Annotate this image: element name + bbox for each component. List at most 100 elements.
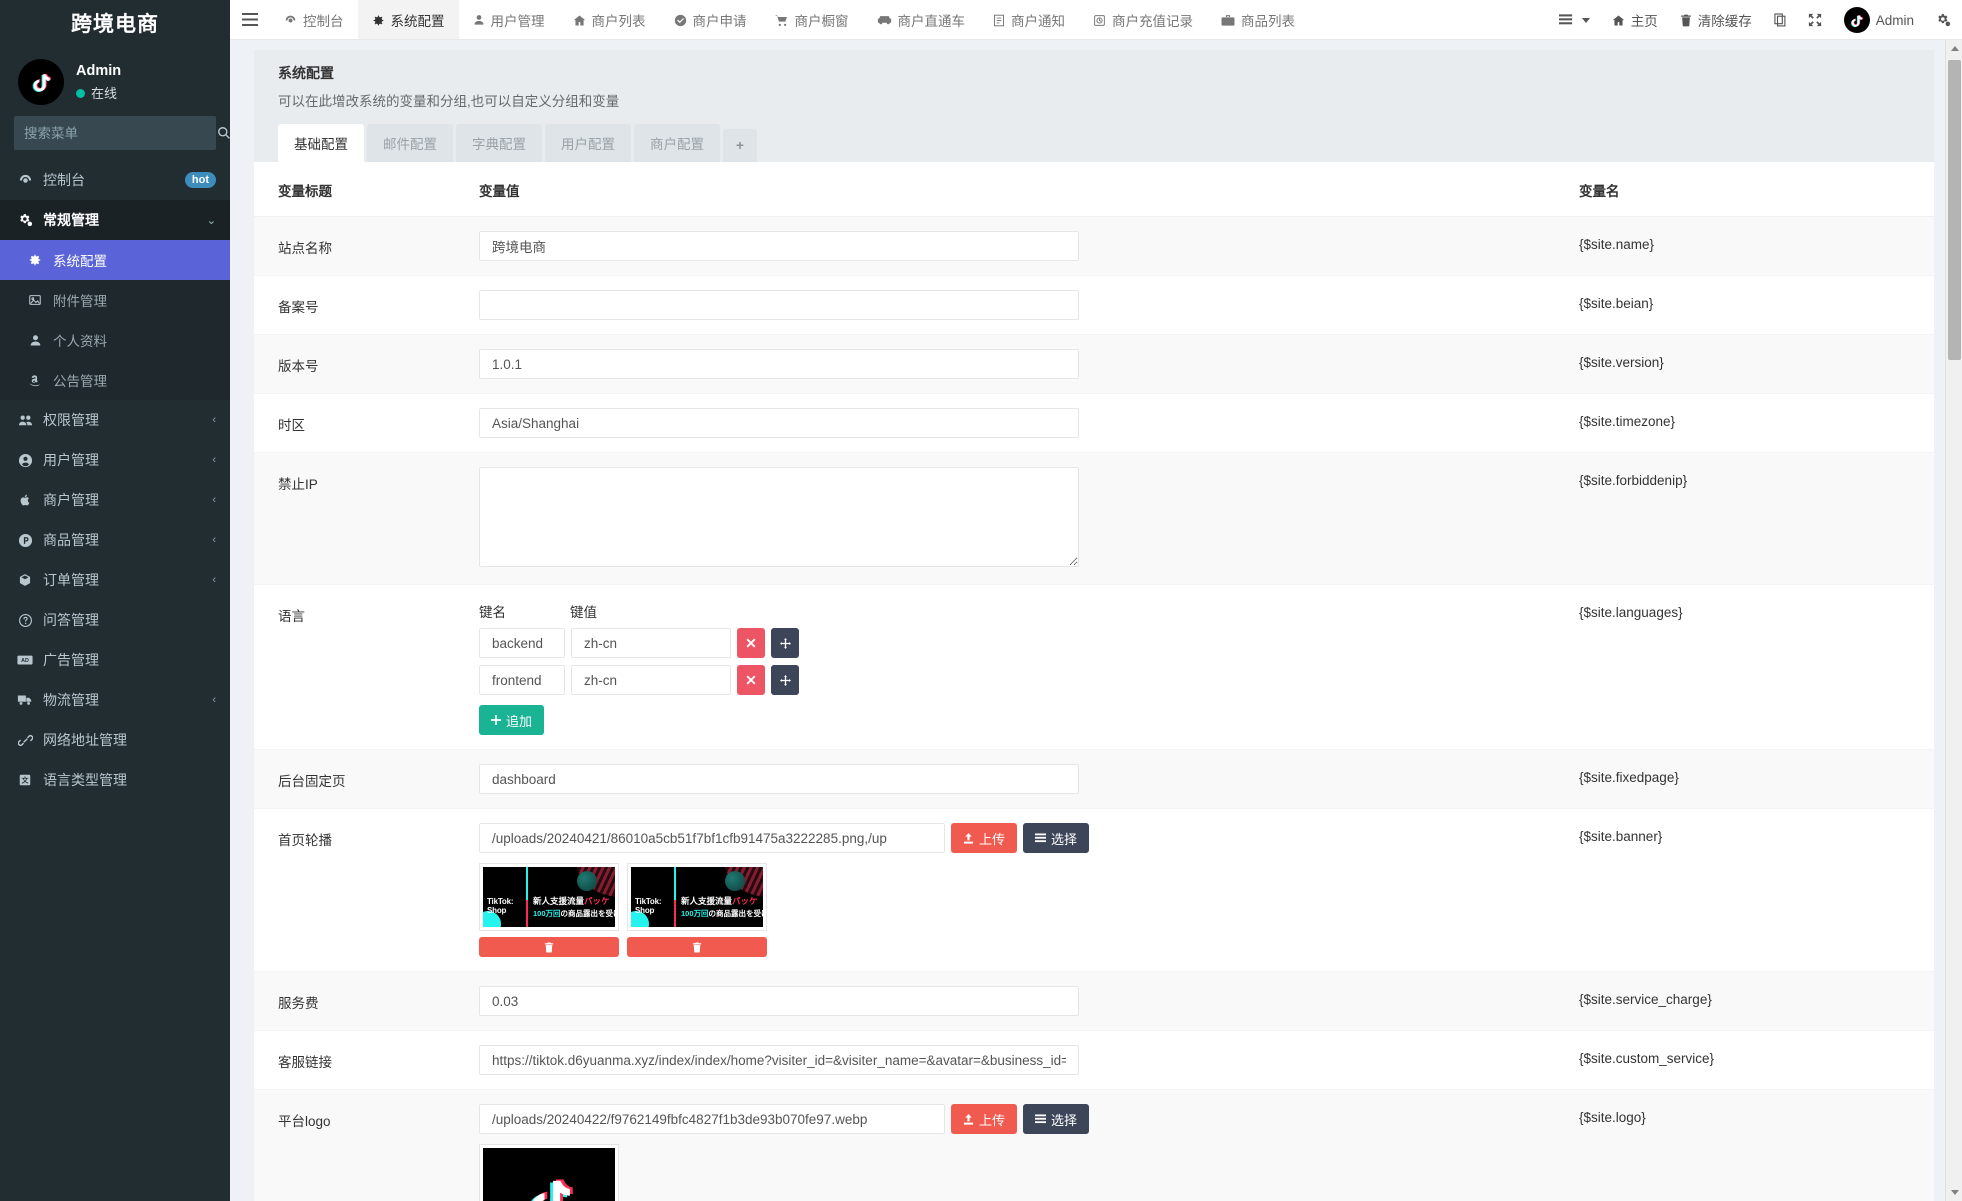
logo-upload-button[interactable]: 上传 [951, 1104, 1018, 1134]
site-fixedpage-input[interactable] [479, 764, 1079, 794]
sidebar-item-orders[interactable]: 订单管理 ‹ [0, 560, 230, 600]
chevron-left-icon: ‹ [212, 694, 216, 706]
banner-brand-line1: TikTok: [487, 896, 514, 906]
row-varname: {$site.name} [1579, 237, 1655, 252]
svg-text:文: 文 [22, 776, 30, 785]
plus-icon [491, 715, 501, 725]
sidebar-search[interactable] [14, 116, 230, 150]
row-varname: {$site.beian} [1579, 296, 1654, 311]
kv-add-button[interactable]: 追加 [479, 705, 545, 735]
list-icon [1035, 1113, 1047, 1123]
sidebar-item-language-types[interactable]: 文 语言类型管理 [0, 760, 230, 800]
hamburger-icon[interactable] [230, 0, 270, 39]
kv-value-input[interactable] [571, 665, 731, 695]
logo-thumbnail[interactable] [479, 1144, 619, 1201]
nav-tab-user-management[interactable]: 用户管理 [459, 0, 559, 39]
nav-tab-label: 商品列表 [1241, 14, 1295, 29]
cogs-icon [1936, 13, 1951, 28]
sidebar-item-attachments[interactable]: 附件管理 [0, 280, 230, 320]
banner-delete-button[interactable] [627, 937, 767, 957]
page-subtitle: 可以在此增改系统的变量和分组,也可以自定义分组和变量 [278, 94, 620, 109]
nav-tab-merchant-express[interactable]: 商户直通车 [863, 0, 980, 39]
sidebar-item-permissions[interactable]: 权限管理 ‹ [0, 400, 230, 440]
sidebar-item-system-config[interactable]: 系统配置 [0, 240, 230, 280]
scroll-up-arrow-icon[interactable] [1946, 40, 1962, 57]
sidebar-item-network-address[interactable]: 网络地址管理 [0, 720, 230, 760]
kv-remove-button[interactable] [737, 665, 765, 695]
nav-clear-cache-button[interactable]: 清除缓存 [1669, 0, 1763, 40]
question-circle-icon [16, 613, 34, 628]
sidebar-item-profile[interactable]: 个人资料 [0, 320, 230, 360]
brand-title[interactable]: 跨境电商 [0, 0, 230, 50]
page-scrollbar[interactable] [1945, 40, 1962, 1201]
tab-basic-config[interactable]: 基础配置 [278, 124, 364, 162]
nav-settings-button[interactable] [1925, 0, 1962, 40]
kv-key-input[interactable] [479, 628, 565, 658]
sidebar-item-merchants[interactable]: 商户管理 ‹ [0, 480, 230, 520]
nav-tab-merchant-notice[interactable]: 商户通知 [979, 0, 1079, 39]
banner-select-button[interactable]: 选择 [1023, 823, 1090, 853]
image-icon [26, 293, 44, 307]
avatar[interactable] [18, 59, 64, 105]
nav-home-button[interactable]: 主页 [1601, 0, 1669, 40]
nav-right-label: 清除缓存 [1697, 14, 1752, 29]
site-name-input[interactable] [479, 231, 1079, 261]
nav-list-dropdown[interactable] [1548, 0, 1601, 40]
site-custom-service-input[interactable] [479, 1045, 1079, 1075]
site-version-input[interactable] [479, 349, 1079, 379]
nav-tab-product-list[interactable]: 商品列表 [1207, 0, 1309, 39]
tab-dict-config[interactable]: 字典配置 [456, 124, 542, 162]
kv-move-button[interactable] [771, 628, 799, 658]
sidebar-menu: 控制台 hot 常规管理 ⌄ 系统配置 附件管理 个人资料 公告管理 权限管理 … [0, 160, 230, 800]
list-dropdown-icon [1558, 14, 1574, 26]
nav-user-menu[interactable]: Admin [1833, 0, 1925, 40]
site-beian-input[interactable] [479, 290, 1079, 320]
row-varname: {$site.custom_service} [1579, 1051, 1715, 1066]
table-row: 禁止IP {$site.forbiddenip} [254, 452, 1934, 585]
user-panel: Admin 在线 [0, 50, 230, 114]
site-service-charge-input[interactable] [479, 986, 1079, 1016]
sidebar-item-users[interactable]: 用户管理 ‹ [0, 440, 230, 480]
sidebar-item-ads[interactable]: AD 广告管理 [0, 640, 230, 680]
logo-select-button[interactable]: 选择 [1023, 1104, 1090, 1134]
site-forbiddenip-textarea[interactable] [479, 467, 1079, 567]
nav-tab-merchant-showcase[interactable]: 商户橱窗 [761, 0, 863, 39]
sidebar-item-qa[interactable]: 问答管理 [0, 600, 230, 640]
nav-tab-dashboard[interactable]: 控制台 [270, 0, 358, 39]
sidebar-item-dashboard[interactable]: 控制台 hot [0, 160, 230, 200]
banner-image-2[interactable]: TikTok: Shop 新人支援流量パッケ 100万回の商品露出を受 [627, 863, 767, 931]
tab-add-group-button[interactable]: + [723, 129, 757, 162]
banner-image-1[interactable]: TikTok: Shop 新人支援流量パッケ 100万回の商品露出を受 [479, 863, 619, 931]
search-icon[interactable] [211, 116, 230, 150]
banner-upload-button[interactable]: 上传 [951, 823, 1018, 853]
nav-tab-merchant-list[interactable]: 商户列表 [559, 0, 660, 39]
scroll-down-arrow-icon[interactable] [1946, 1184, 1962, 1201]
chevron-left-icon: ‹ [212, 494, 216, 506]
chevron-left-icon: ‹ [212, 454, 216, 466]
tab-user-config[interactable]: 用户配置 [545, 124, 631, 162]
sidebar-item-logistics[interactable]: 物流管理 ‹ [0, 680, 230, 720]
sidebar-item-products[interactable]: 商品管理 ‹ [0, 520, 230, 560]
sidebar-item-announcements[interactable]: 公告管理 [0, 360, 230, 400]
kv-key-input[interactable] [479, 665, 565, 695]
kv-remove-button[interactable] [737, 628, 765, 658]
home-icon [573, 14, 586, 27]
banner-delete-button[interactable] [479, 937, 619, 957]
main-area: 控制台 系统配置 用户管理 商户列表 商户申请 商户橱窗 商户直通车 商户通知 … [230, 0, 1962, 1201]
site-logo-input[interactable] [479, 1104, 945, 1134]
nav-fullscreen-button[interactable] [1797, 0, 1833, 40]
search-input[interactable] [14, 125, 211, 141]
table-row: 语言 键名 键值 backend zh-cn frontend zh-cn 追加… [254, 584, 1934, 750]
kv-value-input[interactable] [571, 628, 731, 658]
nav-tab-system-config[interactable]: 系统配置 [357, 0, 459, 39]
tab-merchant-config[interactable]: 商户配置 [634, 124, 720, 162]
site-timezone-input[interactable] [479, 408, 1079, 438]
nav-copy-button[interactable] [1763, 0, 1797, 40]
kv-move-button[interactable] [771, 665, 799, 695]
nav-tab-merchant-recharge-records[interactable]: 商户充值记录 [1079, 0, 1207, 39]
nav-tab-merchant-apply[interactable]: 商户申请 [660, 0, 761, 39]
sidebar-item-general[interactable]: 常规管理 ⌄ [0, 200, 230, 240]
scrollbar-thumb[interactable] [1948, 60, 1961, 360]
tab-mail-config[interactable]: 邮件配置 [367, 124, 453, 162]
site-banner-input[interactable] [479, 823, 945, 853]
